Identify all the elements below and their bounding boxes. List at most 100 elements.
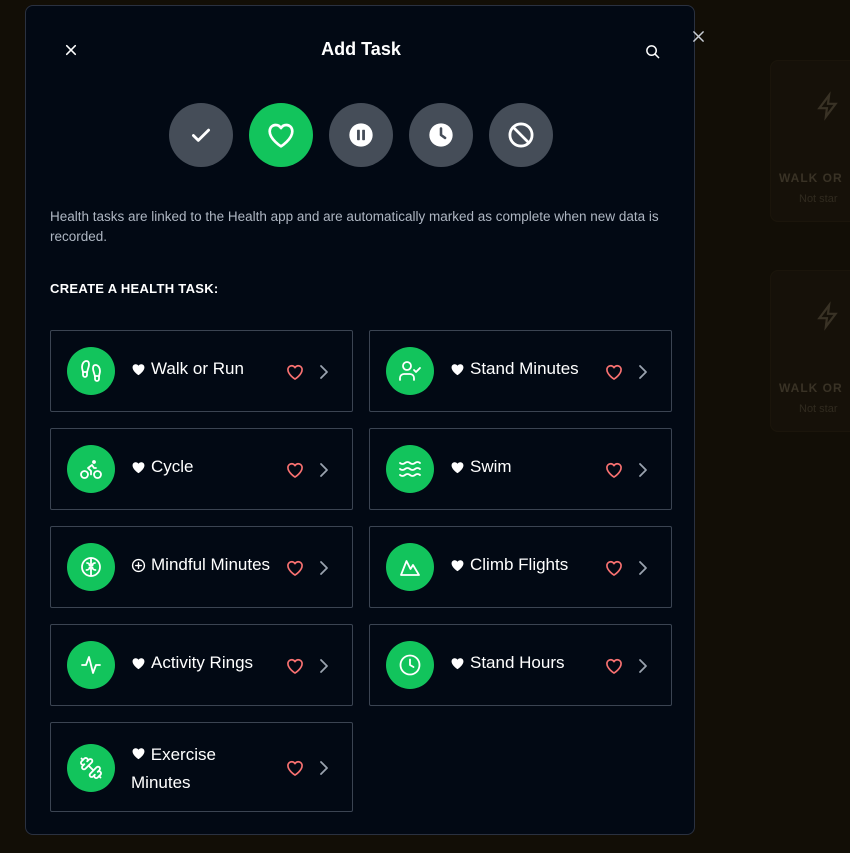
- task-icon-circle: [386, 347, 434, 395]
- health-task-swim[interactable]: Swim: [369, 428, 672, 510]
- favorite-button[interactable]: [284, 459, 306, 481]
- heart-icon: [451, 657, 464, 669]
- health-description: Health tasks are linked to the Health ap…: [50, 209, 659, 244]
- check-icon: [192, 128, 210, 142]
- health-task-stand-minutes[interactable]: Stand Minutes: [369, 330, 672, 412]
- activity-icon: [81, 656, 101, 674]
- heart-outline-icon: [606, 658, 622, 674]
- footprints-icon: [81, 360, 101, 382]
- background-card-label: WALK OR: [779, 381, 843, 395]
- task-type-pause-button[interactable]: [329, 103, 393, 167]
- favorite-button[interactable]: [284, 655, 306, 677]
- health-task-climb-flights[interactable]: Climb Flights: [369, 526, 672, 608]
- task-icon-circle: [386, 445, 434, 493]
- plus-circle-icon: [131, 558, 146, 572]
- clock-icon: [429, 123, 453, 147]
- favorite-button[interactable]: [603, 361, 625, 383]
- bolt-icon: [817, 301, 838, 331]
- mountain-icon: [400, 560, 420, 576]
- pause-icon: [349, 123, 373, 147]
- background-card-sub: Not star: [799, 193, 838, 205]
- task-name: Climb Flights: [470, 555, 569, 574]
- health-task-mindful-minutes[interactable]: Mindful Minutes: [50, 526, 353, 608]
- ban-icon: [508, 122, 534, 148]
- heart-icon: [132, 363, 145, 375]
- task-type-check-button[interactable]: [169, 103, 233, 167]
- heart-outline-icon: [287, 760, 303, 776]
- heart-outline-icon: [287, 560, 303, 576]
- health-task-activity-rings[interactable]: Activity Rings: [50, 624, 353, 706]
- task-name: Swim: [470, 457, 512, 476]
- heart-outline-icon: [287, 462, 303, 478]
- heart-outline-icon: [287, 364, 303, 380]
- task-icon-circle: [67, 641, 115, 689]
- task-icon-circle: [67, 347, 115, 395]
- heart-icon: [132, 657, 145, 669]
- task-name: Cycle: [151, 457, 194, 476]
- task-label: Exercise Minutes: [131, 741, 251, 797]
- background-card-label: WALK OR: [779, 171, 843, 185]
- brain-icon: [81, 557, 101, 577]
- task-name: Mindful Minutes: [151, 555, 271, 574]
- person-check-icon: [399, 361, 421, 381]
- task-icon-circle: [67, 543, 115, 591]
- background-card: WALK OR Not star: [770, 60, 850, 222]
- favorite-button[interactable]: [284, 557, 306, 579]
- task-label: Activity Rings: [131, 653, 253, 673]
- favorite-button[interactable]: [603, 557, 625, 579]
- add-task-dialog: Add Task Health tasks are linked to the …: [25, 5, 704, 835]
- heart-icon: [451, 363, 464, 375]
- background-card-sub: Not star: [799, 403, 838, 415]
- task-icon-circle: [67, 744, 115, 792]
- chevron-right-icon: [636, 558, 650, 578]
- favorite-button[interactable]: [603, 655, 625, 677]
- background-card: WALK OR Not star: [770, 270, 850, 432]
- dialog-title: Add Task: [321, 39, 401, 59]
- heart-outline-icon: [606, 462, 622, 478]
- health-task-walk-or-run[interactable]: Walk or Run: [50, 330, 353, 412]
- heart-icon: [132, 748, 145, 760]
- task-label: Walk or Run: [131, 359, 244, 379]
- heart-icon: [268, 123, 294, 148]
- task-type-timer-button[interactable]: [409, 103, 473, 167]
- favorite-button[interactable]: [284, 757, 306, 779]
- chevron-right-icon: [317, 656, 331, 676]
- task-type-health-button[interactable]: [249, 103, 313, 167]
- health-task-stand-hours[interactable]: Stand Hours: [369, 624, 672, 706]
- waves-icon: [399, 461, 421, 477]
- heart-outline-icon: [606, 560, 622, 576]
- task-label: Mindful Minutes: [131, 555, 270, 575]
- task-type-selector: [169, 103, 553, 167]
- bike-icon: [80, 460, 102, 479]
- task-label: Stand Minutes: [450, 359, 579, 379]
- favorite-button[interactable]: [284, 361, 306, 383]
- dumbbell-icon: [80, 757, 102, 779]
- favorite-button[interactable]: [603, 459, 625, 481]
- task-name: Activity Rings: [151, 653, 254, 672]
- task-label: Swim: [450, 457, 512, 477]
- search-button[interactable]: [642, 41, 662, 61]
- health-task-cycle[interactable]: Cycle: [50, 428, 353, 510]
- chevron-right-icon: [636, 656, 650, 676]
- task-label: Climb Flights: [450, 555, 568, 575]
- section-title: CREATE A HEALTH TASK:: [50, 281, 219, 296]
- heart-icon: [132, 461, 145, 473]
- task-icon-circle: [67, 445, 115, 493]
- task-name: Stand Minutes: [470, 359, 579, 378]
- search-icon: [645, 44, 659, 58]
- chevron-right-icon: [317, 558, 331, 578]
- chevron-right-icon: [636, 362, 650, 382]
- chevron-right-icon: [317, 460, 331, 480]
- task-name: Walk or Run: [151, 359, 244, 378]
- heart-outline-icon: [287, 658, 303, 674]
- heart-outline-icon: [606, 364, 622, 380]
- task-name: Stand Hours: [470, 653, 565, 672]
- task-icon-circle: [386, 543, 434, 591]
- health-task-exercise-minutes[interactable]: Exercise Minutes: [50, 722, 353, 812]
- heart-icon: [451, 461, 464, 473]
- chevron-right-icon: [636, 460, 650, 480]
- chevron-right-icon: [317, 758, 331, 778]
- task-label: Cycle: [131, 457, 194, 477]
- task-type-block-button[interactable]: [489, 103, 553, 167]
- clock-icon: [399, 654, 421, 676]
